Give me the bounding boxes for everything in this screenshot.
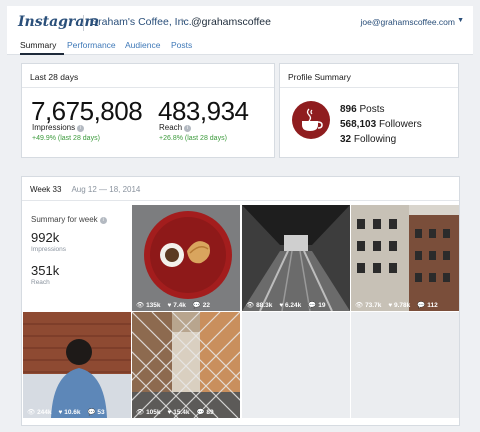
posts-count: 896 Posts xyxy=(340,104,385,115)
coffee-cup-icon xyxy=(292,101,330,139)
account-handle: @grahamscoffee xyxy=(191,16,271,28)
account-name-link[interactable]: Graham's Coffee, Inc. xyxy=(90,16,192,28)
likes-count: ♥ 10.6k xyxy=(58,409,81,416)
likes-count: ♥ 9.78k xyxy=(388,302,411,309)
card-title: Last 28 days xyxy=(22,64,274,88)
last-28-days-card: Last 28 days 7,675,808 Impressions i +49.… xyxy=(21,63,275,158)
post-tile[interactable]: 👁 244k ♥ 10.6k 💬 53 xyxy=(23,312,131,418)
views-count: 👁 135k xyxy=(136,302,161,309)
views-count: 👁 244k xyxy=(27,409,52,416)
week-header: Week 33 Aug 12 — 18, 2014 xyxy=(22,177,459,201)
reach-delta: +26.8% (last 28 days) xyxy=(159,135,227,142)
likes-count: ♥ 15.4k xyxy=(167,409,190,416)
week-card: Week 33 Aug 12 — 18, 2014 Summary for wee… xyxy=(21,176,460,426)
post-photo-railway xyxy=(242,205,350,311)
nav-tabs: Summary Performance Audience Posts xyxy=(7,36,473,55)
impressions-label: Impressions i xyxy=(32,123,85,132)
followers-count: 568,103 Followers xyxy=(340,119,422,130)
instagram-logo[interactable]: Instagram xyxy=(18,14,99,30)
comments-count: 💬 89 xyxy=(196,409,214,416)
post-stats: 👁 135k ♥ 7.4k 💬 22 xyxy=(132,298,240,311)
post-stats: 👁 73.7k ♥ 9.78k 💬 112 xyxy=(351,298,459,311)
info-icon[interactable]: i xyxy=(77,125,85,132)
views-count: 👁 73.7k xyxy=(355,302,382,309)
week-reach-label: Reach xyxy=(31,279,50,286)
empty-post-slot xyxy=(242,312,350,418)
week-reach-value: 351k xyxy=(31,263,60,278)
post-photo-man-brick-wall xyxy=(23,312,131,418)
week-range: Aug 12 — 18, 2014 xyxy=(71,185,141,194)
tab-summary[interactable]: Summary xyxy=(20,40,56,50)
views-count: 👁 105k xyxy=(136,409,161,416)
comments-count: 💬 53 xyxy=(87,409,105,416)
post-stats: 👁 244k ♥ 10.6k 💬 53 xyxy=(23,405,131,418)
comments-count: 💬 22 xyxy=(192,302,210,309)
user-email-menu[interactable]: joe@grahamscoffee.com xyxy=(361,17,455,27)
summary-for-week: Summary for week i xyxy=(31,215,107,224)
tab-posts[interactable]: Posts xyxy=(171,40,192,50)
post-tile[interactable]: 👁 105k ♥ 15.4k 💬 89 xyxy=(132,312,240,418)
post-photo-coffee-tray xyxy=(132,205,240,311)
reach-label: Reach i xyxy=(159,123,192,132)
week-title: Week 33 xyxy=(30,185,62,194)
info-icon[interactable]: i xyxy=(99,217,107,224)
breadcrumb-chevron-icon: › xyxy=(181,15,185,27)
post-tile[interactable]: 👁 73.7k ♥ 9.78k 💬 112 xyxy=(351,205,459,311)
post-photo-buildings xyxy=(351,205,459,311)
info-icon[interactable]: i xyxy=(184,125,192,132)
impressions-delta: +49.9% (last 28 days) xyxy=(32,135,100,142)
empty-post-slot xyxy=(351,312,459,418)
tab-performance[interactable]: Performance xyxy=(67,40,116,50)
post-tile[interactable]: 👁 135k ♥ 7.4k 💬 22 xyxy=(132,205,240,311)
comments-count: 💬 112 xyxy=(417,302,438,309)
dropdown-caret-icon[interactable]: ▼ xyxy=(457,17,464,24)
card-title: Profile Summary xyxy=(280,64,458,88)
post-tile[interactable]: 👁 88.3k ♥ 6.24k 💬 19 xyxy=(242,205,350,311)
profile-summary-card: Profile Summary 896 Posts 568,103 Follow… xyxy=(279,63,459,158)
active-tab-indicator xyxy=(20,53,64,55)
week-impressions-label: Impressions xyxy=(31,246,67,253)
post-stats: 👁 88.3k ♥ 6.24k 💬 19 xyxy=(242,298,350,311)
header-divider xyxy=(83,15,84,31)
post-stats: 👁 105k ♥ 15.4k 💬 89 xyxy=(132,405,240,418)
views-count: 👁 88.3k xyxy=(246,302,273,309)
likes-count: ♥ 6.24k xyxy=(279,302,302,309)
post-photo-fence-street xyxy=(132,312,240,418)
tab-audience[interactable]: Audience xyxy=(125,40,160,50)
comments-count: 💬 19 xyxy=(308,302,326,309)
week-impressions-value: 992k xyxy=(31,230,60,245)
following-count: 32 Following xyxy=(340,134,397,145)
likes-count: ♥ 7.4k xyxy=(167,302,186,309)
